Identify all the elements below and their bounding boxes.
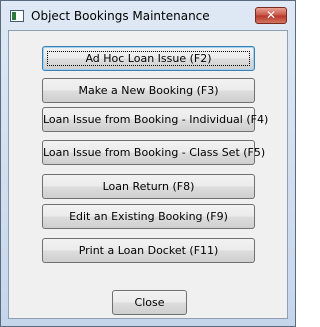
make-new-booking-button[interactable]: Make a New Booking (F3)	[42, 78, 255, 103]
loan-issue-individual-button[interactable]: Loan Issue from Booking - Individual (F4…	[42, 107, 268, 132]
button-label: Loan Return (F8)	[102, 180, 195, 193]
button-label: Edit an Existing Booking (F9)	[69, 210, 228, 223]
button-label: Close	[134, 296, 165, 309]
loan-issue-class-set-button[interactable]: Loan Issue from Booking - Class Set (F5)	[42, 140, 265, 165]
button-label: Loan Issue from Booking - Individual (F4…	[43, 113, 269, 126]
print-loan-docket-button[interactable]: Print a Loan Docket (F11)	[42, 238, 255, 263]
ad-hoc-loan-issue-button[interactable]: Ad Hoc Loan Issue (F2)	[42, 46, 255, 71]
loan-return-button[interactable]: Loan Return (F8)	[42, 174, 255, 199]
close-button[interactable]: Close	[112, 290, 187, 315]
window-close-icon[interactable]: ✕	[255, 7, 287, 24]
dialog-window: Object Bookings Maintenance ✕ Ad Hoc Loa…	[0, 0, 296, 327]
title-bar: Object Bookings Maintenance ✕	[1, 1, 295, 29]
window-title: Object Bookings Maintenance	[31, 9, 210, 23]
app-window-icon	[10, 10, 24, 22]
edit-existing-booking-button[interactable]: Edit an Existing Booking (F9)	[42, 204, 255, 229]
button-label: Print a Loan Docket (F11)	[78, 244, 219, 257]
button-label: Loan Issue from Booking - Class Set (F5)	[43, 146, 266, 159]
dialog-body: Ad Hoc Loan Issue (F2) Make a New Bookin…	[8, 30, 288, 319]
button-label: Make a New Booking (F3)	[78, 84, 219, 97]
button-label: Ad Hoc Loan Issue (F2)	[85, 52, 212, 65]
